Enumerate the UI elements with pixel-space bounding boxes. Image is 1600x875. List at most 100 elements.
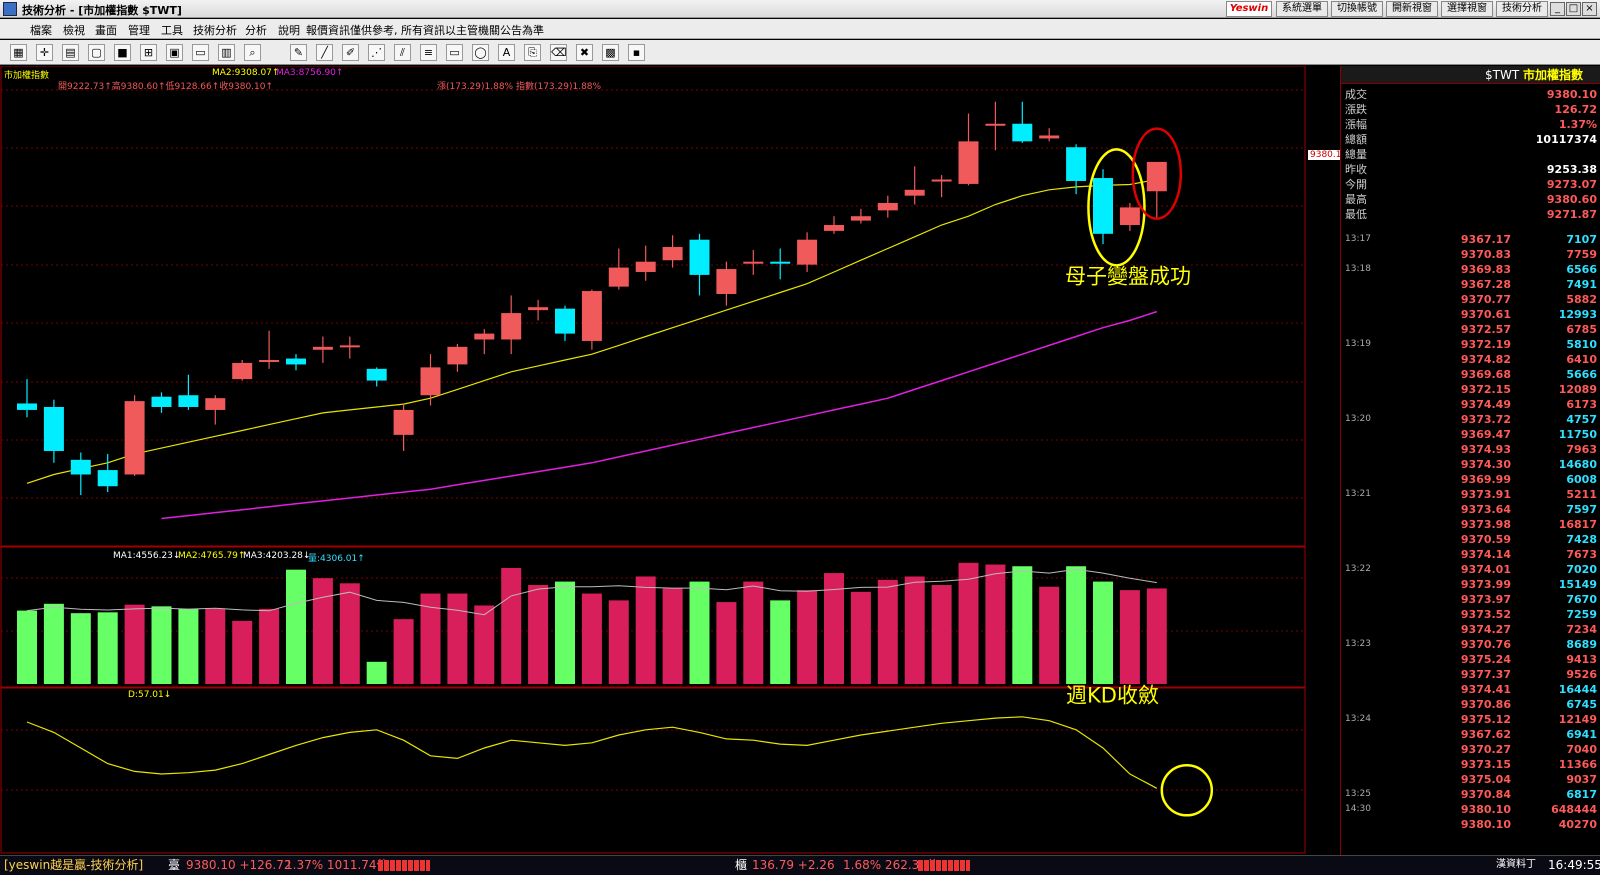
tick-row: 9373.97 7670 [1341,592,1600,607]
volume-bar [662,588,683,684]
chart-area[interactable]: 母子變盤成功 週KD收斂 市加權指數 MA2:9308.07↑ MA3:8756.… [0,66,1344,855]
candle-body [662,247,683,261]
tick-price: 9369.47 [1460,428,1511,441]
tick-volume: 4757 [1566,413,1597,426]
select-icon[interactable]: ▢ [88,44,105,61]
tick-time: 13:17 [1345,234,1371,244]
copy-icon[interactable]: ⎘ [524,44,541,61]
switch-account-button[interactable]: 切換帳號 [1331,1,1383,17]
palette-icon[interactable]: ▩ [602,44,619,61]
channel-icon[interactable]: ≡ [420,44,437,61]
quote-row-value: 9271.87 [1546,208,1597,221]
select-window-button[interactable]: 選擇視窗 [1441,1,1493,17]
tick-volume: 12993 [1558,308,1597,321]
candle-body [555,308,575,334]
volume-bar [608,600,629,684]
period-icon[interactable]: ⊞ [140,44,157,61]
tick-volume: 16444 [1558,683,1597,696]
volume-bar [770,600,791,684]
tick-price: 9370.84 [1460,788,1511,801]
tick-volume: 5882 [1566,293,1597,306]
candle-body [716,269,737,294]
candle-body [447,346,468,365]
tick-price: 9374.27 [1460,623,1511,636]
line-icon[interactable]: ╱ [316,44,333,61]
color-icon[interactable]: ■ [114,44,131,61]
tick-price: 9372.15 [1460,383,1511,396]
pencil-icon[interactable]: ✐ [342,44,359,61]
tick-volume: 6785 [1566,323,1597,336]
candle-body [904,189,925,196]
text-icon[interactable]: A [498,44,515,61]
draw-icon[interactable]: ✎ [290,44,307,61]
volume-bar [958,562,979,684]
tick-price: 9380.10 [1460,818,1511,831]
candle-body [70,459,91,475]
tick-volume: 12149 [1558,713,1597,726]
ellipse-icon[interactable]: ◯ [472,44,489,61]
candle-body [1119,207,1140,226]
tick-row: 9373.64 7597 [1341,502,1600,517]
tick-volume: 6745 [1566,698,1597,711]
tick-volume: 9526 [1566,668,1597,681]
tick-time: 13:23 [1345,639,1371,649]
fib-icon[interactable]: ⋰ [368,44,385,61]
save-icon[interactable]: ▪ [628,44,645,61]
candle-body [1146,161,1167,192]
vol-ma2-label: MA2:4765.79↑ [178,551,246,561]
close-button[interactable]: × [1582,2,1597,16]
zoom-icon[interactable]: ⌕ [244,44,261,61]
chart-svg[interactable]: 母子變盤成功週KD收斂 [0,66,1340,855]
maximize-button[interactable]: □ [1566,2,1581,16]
minimize-button[interactable]: _ [1550,2,1565,16]
tick-price: 9369.68 [1460,368,1511,381]
candle-body [1093,178,1113,234]
volume-bar [1119,590,1140,684]
tick-volume: 7759 [1566,248,1597,261]
candle-body [420,367,441,396]
tick-volume: 5211 [1566,488,1597,501]
tick-row: 9370.61 12993 [1341,307,1600,322]
menu-technical-analysis[interactable]: 技術分析 [193,22,237,38]
candle-body [1012,123,1033,142]
tick-volume: 6566 [1566,263,1597,276]
menu-screen[interactable]: 畫面 [95,22,117,38]
quote-row-value: 9253.38 [1546,163,1597,176]
tick-volume: 8689 [1566,638,1597,651]
symbol-label: 市加權指數 [4,71,50,81]
tick-volume: 6410 [1566,353,1597,366]
tick-price: 9367.28 [1460,278,1511,291]
technical-analysis-button[interactable]: 技術分析 [1496,1,1548,17]
parallel-icon[interactable]: ⫽ [394,44,411,61]
eraser-icon[interactable]: ⌫ [550,44,567,61]
trash-icon[interactable]: ✖ [576,44,593,61]
menu-help[interactable]: 說明 [278,22,300,38]
crosshair-icon[interactable]: ✛ [36,44,53,61]
grid-icon[interactable]: ▤ [62,44,79,61]
menu-analysis[interactable]: 分析 [245,22,267,38]
candle-body [1066,147,1087,181]
candle-body [205,398,226,410]
volume-bar [985,564,1006,684]
system-menu-button[interactable]: 系統選單 [1276,1,1328,17]
quote-row-label: 最低 [1345,208,1367,221]
layout-icon[interactable]: ▦ [10,44,27,61]
menu-file[interactable]: 檔案 [30,22,52,38]
yeswin-logo[interactable]: Yeswin [1226,1,1272,17]
new-window-button[interactable]: 開新視窗 [1386,1,1438,17]
window-icon[interactable]: ▭ [192,44,209,61]
chart-icon[interactable]: ▣ [166,44,183,61]
tick-row: 9373.15 11366 [1341,757,1600,772]
menu-bar: 檔案 檢視 畫面 管理 工具 技術分析 分析 說明 報價資訊僅供參考, 所有資訊… [0,19,1600,39]
tick-row: 9380.10 40270 [1341,817,1600,832]
tick-price: 9373.72 [1460,413,1511,426]
menu-view[interactable]: 檢視 [63,22,85,38]
title-bar: 技術分析 - [市加權指數 $TWT] Yeswin 系統選單 切換帳號 開新視… [0,0,1600,18]
tick-row: 9373.52 7259 [1341,607,1600,622]
menu-tools[interactable]: 工具 [161,22,183,38]
candle-body [232,362,253,380]
rect-icon[interactable]: ▭ [446,44,463,61]
tile-icon[interactable]: ▥ [218,44,235,61]
menu-manage[interactable]: 管理 [128,22,150,38]
tick-row: 9377.37 9526 [1341,667,1600,682]
